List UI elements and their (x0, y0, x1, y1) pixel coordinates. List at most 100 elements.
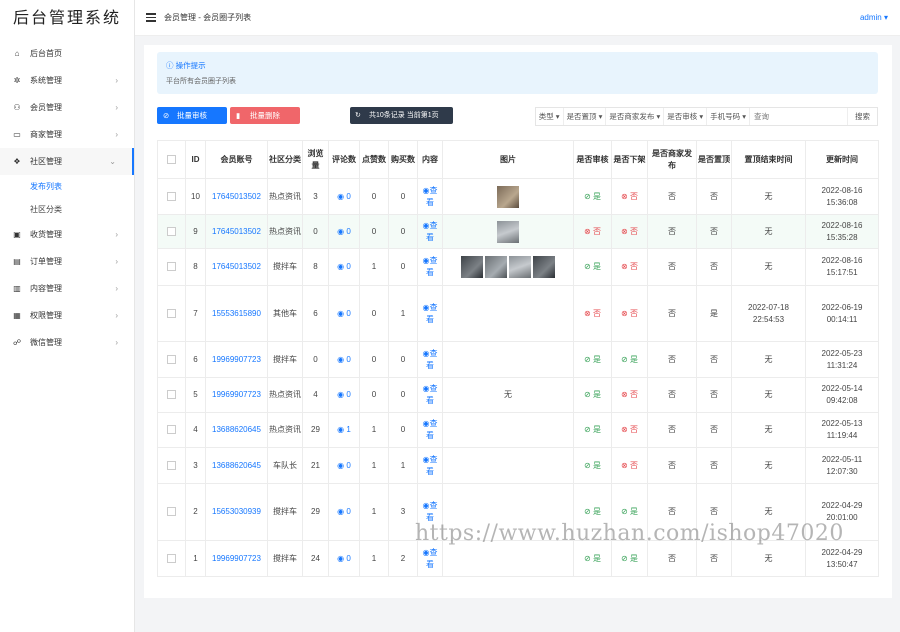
sidebar-item-5[interactable]: ▣ 收货管理 › (0, 221, 134, 248)
cell-account[interactable]: 17645013502 (205, 214, 268, 249)
row-checkbox-cell[interactable] (157, 178, 186, 215)
row-checkbox-cell[interactable] (157, 412, 186, 448)
filter-audit[interactable]: 是否审核 ▾ (664, 108, 708, 125)
sidebar-subitem-1[interactable]: 社区分类 (0, 198, 134, 221)
batch-review-button[interactable]: ⊘ 批量审核 (157, 107, 227, 124)
row-checkbox-cell[interactable] (157, 377, 186, 413)
view-content-link[interactable]: ◉查看 (417, 341, 443, 378)
user-menu[interactable]: admin ▾ (860, 13, 888, 22)
audit-toggle[interactable]: ⊘ 是 (573, 178, 612, 215)
post-thumbnail[interactable] (461, 256, 483, 278)
audit-toggle[interactable]: ⊘ 是 (573, 248, 612, 286)
post-thumbnail[interactable] (497, 185, 519, 208)
view-content-link[interactable]: ◉查看 (417, 214, 443, 249)
row-checkbox-cell[interactable] (157, 341, 186, 378)
sidebar-item-6[interactable]: ▤ 订单管理 › (0, 248, 134, 275)
cell-comments[interactable]: ◉ 0 (328, 248, 360, 286)
sidebar-item-0[interactable]: ⌂ 后台首页 (0, 40, 134, 67)
sidebar-item-4[interactable]: ❖ 社区管理 ⌄ (0, 148, 134, 175)
sidebar-item-7[interactable]: ▥ 内容管理 › (0, 275, 134, 302)
cell-buys: 0 (388, 341, 418, 378)
offshelf-toggle[interactable]: ⊗ 否 (611, 214, 648, 249)
cell-account[interactable]: 13688620645 (205, 447, 268, 484)
post-table: ID 会员账号 社区分类 浏览量 评论数 点赞数 购买数 内容 图片 是否审核 是否下架 是否商家发布… (157, 140, 879, 577)
offshelf-toggle[interactable]: ⊗ 否 (611, 285, 648, 342)
column-header: 置顶结束时间 (731, 140, 806, 179)
row-checkbox-cell[interactable] (157, 248, 186, 286)
offshelf-toggle[interactable]: ⊗ 否 (611, 178, 648, 215)
cell-comments[interactable]: ◉ 0 (328, 178, 360, 215)
post-thumbnail[interactable] (533, 256, 555, 278)
row-checkbox-cell[interactable] (157, 540, 186, 577)
filter-merchant[interactable]: 是否商家发布 ▾ (606, 108, 665, 125)
filter-type[interactable]: 类型 ▾ (536, 108, 564, 125)
offshelf-toggle[interactable]: ⊘ 是 (611, 341, 648, 378)
sidebar-subitem-0[interactable]: 发布列表 (0, 175, 134, 198)
cell-comments[interactable]: ◉ 0 (328, 447, 360, 484)
cell-account[interactable]: 19969907723 (205, 341, 268, 378)
row-checkbox[interactable] (167, 191, 176, 201)
row-checkbox[interactable] (167, 425, 176, 435)
filter-top[interactable]: 是否置顶 ▾ (564, 108, 607, 125)
cell-account[interactable]: 17645013502 (205, 178, 268, 215)
view-content-link[interactable]: ◉查看 (417, 447, 443, 484)
cell-account[interactable]: 19969907723 (205, 377, 268, 413)
view-content-link[interactable]: ◉查看 (417, 285, 443, 342)
row-checkbox-cell[interactable] (157, 214, 186, 249)
row-checkbox[interactable] (167, 226, 176, 236)
cell-comments[interactable]: ◉ 0 (328, 377, 360, 413)
post-thumbnail[interactable] (509, 256, 531, 278)
post-thumbnail[interactable] (497, 220, 519, 243)
view-content-link[interactable]: ◉查看 (417, 377, 443, 413)
select-all-checkbox[interactable] (167, 154, 176, 164)
column-header: 点赞数 (359, 140, 389, 179)
gear-icon: ✲ (13, 76, 21, 85)
cell-comments[interactable]: ◉ 0 (328, 285, 360, 342)
audit-toggle[interactable]: ⊗ 否 (573, 285, 612, 342)
column-header[interactable] (157, 140, 186, 179)
row-checkbox[interactable] (167, 553, 176, 563)
sidebar-item-2[interactable]: ⚇ 会员管理 › (0, 94, 134, 121)
offshelf-toggle[interactable]: ⊗ 否 (611, 447, 648, 484)
search-button[interactable]: 搜索 (848, 108, 877, 125)
row-checkbox[interactable] (167, 460, 176, 470)
post-thumbnail[interactable] (485, 256, 507, 278)
audit-toggle[interactable]: ⊗ 否 (573, 214, 612, 249)
cell-account[interactable]: 13688620645 (205, 412, 268, 448)
cell-account[interactable]: 17645013502 (205, 248, 268, 286)
audit-toggle[interactable]: ⊘ 是 (573, 377, 612, 413)
cell-account[interactable]: 15553615890 (205, 285, 268, 342)
row-checkbox[interactable] (167, 262, 176, 272)
offshelf-toggle[interactable]: ⊗ 否 (611, 377, 648, 413)
cell-comments[interactable]: ◉ 0 (328, 483, 360, 541)
sidebar-item-8[interactable]: ▦ 权限管理 › (0, 302, 134, 329)
audit-toggle[interactable]: ⊘ 是 (573, 447, 612, 484)
audit-toggle[interactable]: ⊘ 是 (573, 341, 612, 378)
row-checkbox[interactable] (167, 354, 176, 364)
view-content-link[interactable]: ◉查看 (417, 178, 443, 215)
sidebar-item-3[interactable]: ▭ 商家管理 › (0, 121, 134, 148)
cell-comments[interactable]: ◉ 1 (328, 412, 360, 448)
search-input[interactable] (750, 108, 848, 125)
cell-account[interactable]: 15653030939 (205, 483, 268, 541)
row-checkbox-cell[interactable] (157, 285, 186, 342)
sidebar-item-9[interactable]: ☍ 微信管理 › (0, 329, 134, 356)
batch-delete-button[interactable]: ▮ 批量删除 (230, 107, 300, 124)
offshelf-toggle[interactable]: ⊗ 否 (611, 412, 648, 448)
sidebar-item-1[interactable]: ✲ 系统管理 › (0, 67, 134, 94)
offshelf-toggle[interactable]: ⊗ 否 (611, 248, 648, 286)
cell-comments[interactable]: ◉ 0 (328, 214, 360, 249)
view-content-link[interactable]: ◉查看 (417, 412, 443, 448)
view-content-link[interactable]: ◉查看 (417, 248, 443, 286)
row-checkbox-cell[interactable] (157, 447, 186, 484)
filter-phone[interactable]: 手机号码 ▾ (707, 108, 750, 125)
audit-toggle[interactable]: ⊘ 是 (573, 412, 612, 448)
cell-account[interactable]: 19969907723 (205, 540, 268, 577)
row-checkbox[interactable] (167, 390, 176, 400)
row-checkbox-cell[interactable] (157, 483, 186, 541)
cell-comments[interactable]: ◉ 0 (328, 341, 360, 378)
row-checkbox[interactable] (167, 308, 176, 318)
row-checkbox[interactable] (167, 507, 176, 517)
menu-toggle-icon[interactable] (146, 11, 156, 24)
cell-comments[interactable]: ◉ 0 (328, 540, 360, 577)
